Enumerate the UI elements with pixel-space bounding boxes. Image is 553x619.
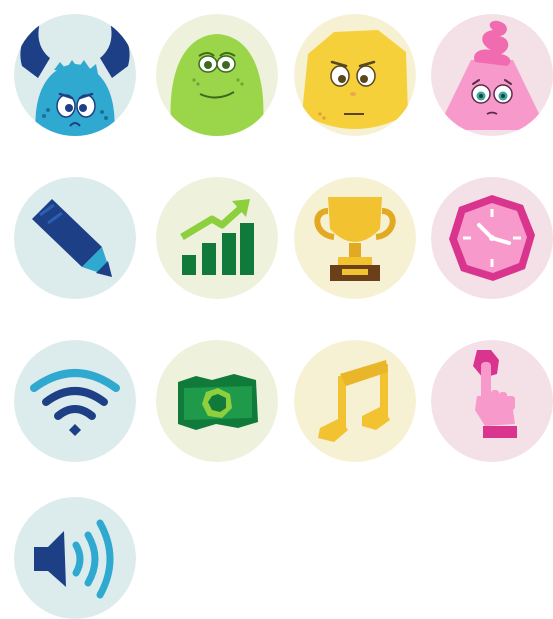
pink-swirl-monster-avatar[interactable] — [431, 14, 553, 136]
music-note-icon[interactable] — [294, 340, 416, 462]
trophy-icon[interactable] — [294, 177, 416, 299]
wifi-icon[interactable] — [14, 340, 136, 462]
clock-icon[interactable] — [431, 177, 553, 299]
green-blob-monster-avatar[interactable] — [156, 14, 278, 136]
growth-chart-icon[interactable] — [156, 177, 278, 299]
blue-horned-monster-avatar[interactable] — [14, 14, 136, 136]
money-icon[interactable] — [156, 340, 278, 462]
pencil-icon[interactable] — [14, 177, 136, 299]
icon-grid — [0, 0, 553, 619]
yellow-worried-monster-avatar[interactable] — [294, 14, 416, 136]
speaker-volume-icon[interactable] — [14, 497, 136, 619]
pointing-hand-icon[interactable] — [431, 340, 553, 462]
